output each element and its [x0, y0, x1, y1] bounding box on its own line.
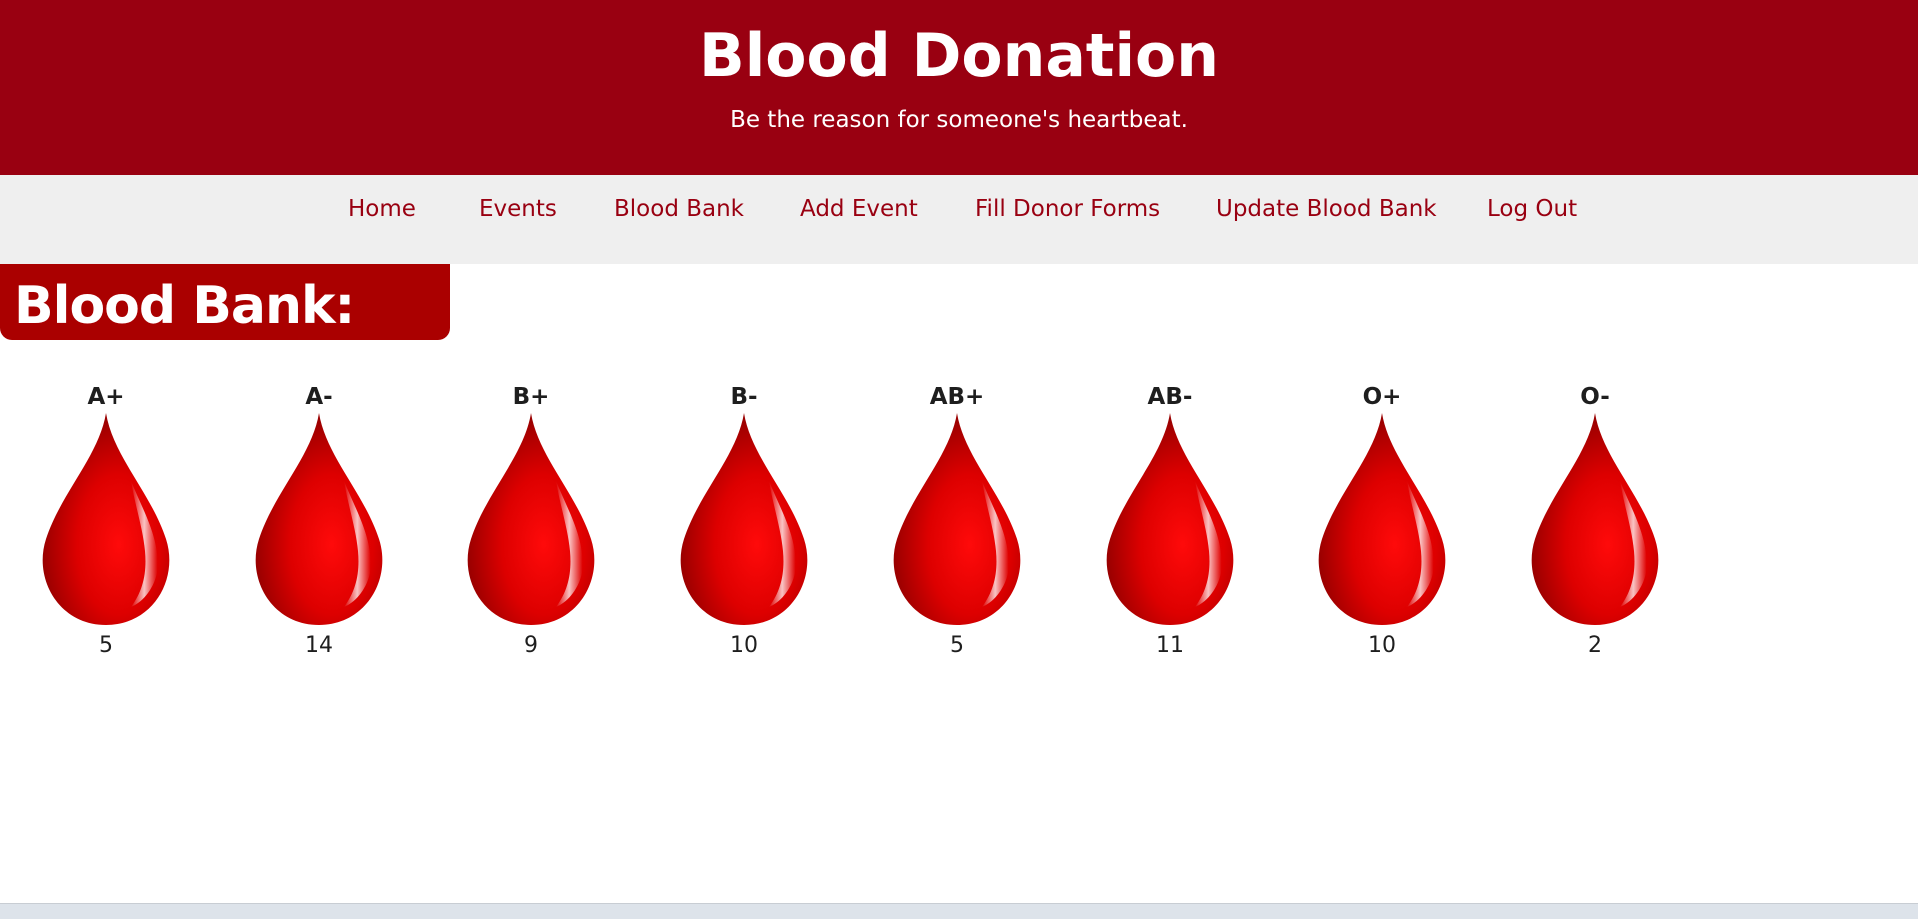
unit-count: 10	[730, 633, 758, 658]
unit-count: 10	[1368, 633, 1396, 658]
blood-drop-icon	[31, 411, 181, 629]
nav-blood-bank[interactable]: Blood Bank	[614, 175, 744, 264]
blood-group-ab-neg: AB- 11	[1095, 378, 1245, 661]
unit-count: 9	[524, 633, 538, 658]
blood-bank-heading: Blood Bank:	[0, 264, 450, 340]
blood-group-o-pos: O+ 10	[1307, 378, 1457, 661]
unit-count: 5	[99, 633, 113, 658]
nav-events[interactable]: Events	[479, 175, 557, 264]
blood-group-b-pos: B+ 9	[456, 378, 606, 661]
unit-count: 5	[950, 633, 964, 658]
unit-count: 14	[305, 633, 333, 658]
nav-add-event[interactable]: Add Event	[800, 175, 918, 264]
unit-count: 11	[1156, 633, 1184, 658]
main-nav: Home Events Blood Bank Add Event Fill Do…	[0, 175, 1918, 264]
nav-home[interactable]: Home	[348, 175, 416, 264]
blood-drop-icon	[669, 411, 819, 629]
site-title: Blood Donation	[699, 21, 1219, 91]
blood-drop-icon	[1095, 411, 1245, 629]
nav-fill-donor-forms[interactable]: Fill Donor Forms	[975, 175, 1160, 264]
nav-log-out[interactable]: Log Out	[1487, 175, 1577, 264]
site-header: Blood Donation Be the reason for someone…	[0, 0, 1918, 175]
blood-group-ab-pos: AB+ 5	[882, 378, 1032, 661]
blood-drop-icon	[882, 411, 1032, 629]
blood-group-a-neg: A- 14	[244, 378, 394, 661]
blood-drop-icon	[456, 411, 606, 629]
unit-count: 2	[1588, 633, 1602, 658]
blood-drop-icon	[244, 411, 394, 629]
blood-group-a-pos: A+ 5	[31, 378, 181, 661]
nav-update-blood-bank[interactable]: Update Blood Bank	[1216, 175, 1437, 264]
blood-group-b-neg: B- 10	[669, 378, 819, 661]
site-subtitle: Be the reason for someone's heartbeat.	[730, 107, 1188, 133]
os-taskbar	[0, 903, 1918, 919]
blood-drop-icon	[1307, 411, 1457, 629]
blood-group-o-neg: O- 2	[1520, 378, 1670, 661]
blood-drop-icon	[1520, 411, 1670, 629]
